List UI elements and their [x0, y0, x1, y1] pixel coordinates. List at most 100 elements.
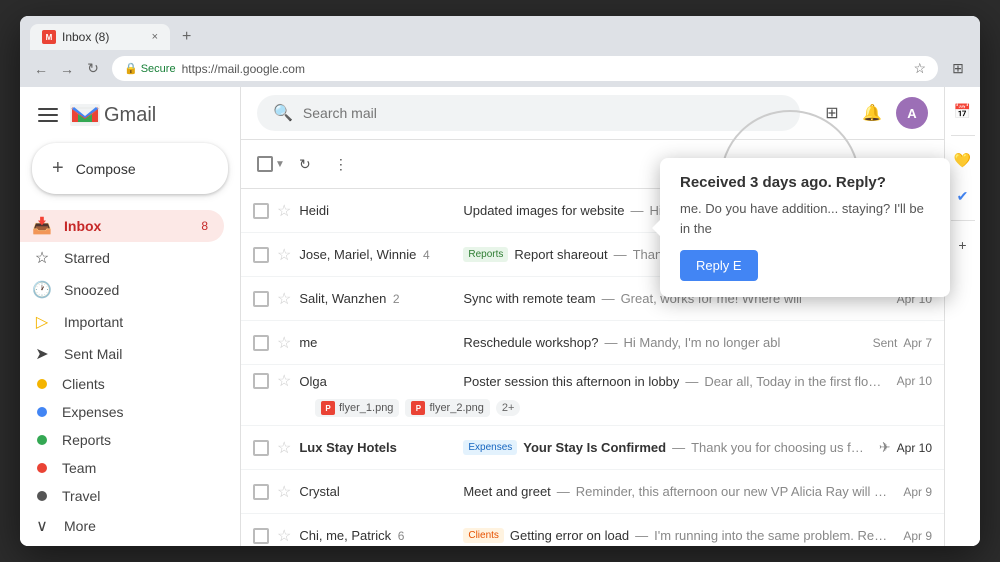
sidebar-item-travel[interactable]: Travel: [20, 482, 224, 510]
hamburger-menu-btn[interactable]: [36, 103, 60, 127]
email-row[interactable]: ☆ Olga Poster session this afternoon in …: [241, 365, 944, 426]
sidebar-label-inbox: Inbox: [64, 218, 189, 234]
sidebar-item-inbox[interactable]: 📥 Inbox 8: [20, 210, 224, 242]
email-subject: Getting error on load: [510, 528, 629, 543]
sidebar-item-team[interactable]: Team: [20, 454, 224, 482]
sidebar-item-reports[interactable]: Reports: [20, 426, 224, 454]
tooltip-body-text: me. Do you have addition... staying? I'l…: [680, 201, 924, 236]
email-star[interactable]: ☆: [277, 371, 291, 391]
sidebar-label-important: Important: [64, 314, 208, 330]
attachment-name: flyer_1.png: [339, 402, 393, 414]
checkbox-arrow[interactable]: ▼: [275, 159, 285, 170]
nav-back-btn[interactable]: ←: [30, 58, 52, 80]
compose-button[interactable]: + Compose: [32, 143, 228, 194]
hamburger-line: [38, 108, 58, 110]
email-checkbox[interactable]: [253, 373, 269, 389]
apps-btn[interactable]: ⊞: [816, 97, 848, 129]
nav-forward-btn[interactable]: →: [56, 58, 78, 80]
tab-bar: M Inbox (8) × +: [30, 24, 970, 50]
sidebar-item-clients[interactable]: Clients: [20, 370, 224, 398]
tooltip-title: Received 3 days ago. Reply?: [680, 174, 930, 191]
email-star[interactable]: ☆: [277, 289, 291, 309]
email-star[interactable]: ☆: [277, 482, 291, 502]
email-star[interactable]: ☆: [277, 438, 291, 458]
email-checkbox[interactable]: [253, 247, 269, 263]
email-checkbox[interactable]: [253, 335, 269, 351]
right-add-icon[interactable]: +: [949, 231, 977, 259]
sidebar-item-expenses[interactable]: Expenses: [20, 398, 224, 426]
reply-button[interactable]: Reply E: [680, 250, 758, 281]
email-date: Apr 9: [903, 529, 932, 543]
user-avatar[interactable]: A: [896, 97, 928, 129]
right-keep-icon[interactable]: 💛: [949, 146, 977, 174]
email-star[interactable]: ☆: [277, 333, 291, 353]
email-checkbox[interactable]: [253, 484, 269, 500]
email-date: Apr 10: [897, 374, 932, 388]
email-date: Apr 9: [903, 485, 932, 499]
more-icon: ∨: [32, 516, 52, 536]
tooltip-arrow: [652, 220, 660, 236]
travel-dot: [37, 491, 47, 501]
tag-badge-clients: Clients: [463, 528, 504, 543]
email-subject: Poster session this afternoon in lobby: [463, 374, 679, 389]
sidebar-item-more[interactable]: ∨ More: [20, 510, 224, 542]
sidebar-label-sent: Sent Mail: [64, 346, 208, 362]
email-checkbox[interactable]: [253, 203, 269, 219]
more-options-btn[interactable]: ⋮: [325, 148, 357, 180]
email-star[interactable]: ☆: [277, 245, 291, 265]
email-content: Reschedule workshop? — Hi Mandy, I'm no …: [463, 335, 860, 350]
tab-close-btn[interactable]: ×: [152, 31, 158, 43]
refresh-btn[interactable]: ↻: [289, 148, 321, 180]
email-subject: Updated images for website: [463, 203, 624, 218]
search-icon: 🔍: [273, 103, 293, 123]
email-star[interactable]: ☆: [277, 526, 291, 546]
sidebar-label-travel: Travel: [62, 488, 208, 504]
email-row[interactable]: ☆ me Reschedule workshop? — Hi Mandy, I'…: [241, 321, 944, 365]
nav-buttons: ← → ↻: [30, 58, 104, 80]
email-content: Meet and greet — Reminder, this afternoo…: [463, 484, 891, 499]
sidebar-item-snoozed[interactable]: 🕐 Snoozed: [20, 274, 224, 306]
address-bar[interactable]: 🔒 Secure https://mail.google.com ☆: [112, 56, 938, 81]
sidebar-label-expenses: Expenses: [62, 404, 208, 420]
toolbar-left: ▼ ↻ ⋮: [257, 148, 357, 180]
flight-icon: ✈: [879, 439, 891, 456]
email-meta: Apr 9: [903, 485, 932, 499]
bookmark-icon[interactable]: ☆: [913, 60, 926, 77]
sidebar-item-starred[interactable]: ☆ Starred: [20, 242, 224, 274]
email-row[interactable]: ☆ Crystal Meet and greet — Reminder, thi…: [241, 470, 944, 514]
sidebar-header: Gmail: [20, 95, 240, 135]
email-sender: Salit, Wanzhen 2: [299, 291, 459, 306]
email-row[interactable]: ☆ Chi, me, Patrick 6 Clients Getting err…: [241, 514, 944, 546]
sidebar-item-important[interactable]: ▷ Important: [20, 306, 224, 338]
attachment-chip[interactable]: P flyer_1.png: [315, 399, 399, 417]
pdf-icon: P: [411, 401, 425, 415]
important-icon: ▷: [32, 312, 52, 332]
search-input[interactable]: [303, 105, 784, 121]
right-tasks-icon[interactable]: ✔: [949, 182, 977, 210]
email-sender: me: [299, 335, 459, 350]
browser-chrome: M Inbox (8) × +: [20, 16, 980, 50]
gmail-logo-text: Gmail: [104, 104, 156, 127]
gmail-tab[interactable]: M Inbox (8) ×: [30, 24, 170, 50]
header-actions: ⊞ 🔔 A: [816, 97, 928, 129]
email-row[interactable]: ☆ Lux Stay Hotels Expenses Your Stay Is …: [241, 426, 944, 470]
extensions-btn[interactable]: ⊞: [946, 57, 970, 81]
nav-refresh-btn[interactable]: ↻: [82, 58, 104, 80]
right-divider: [951, 220, 975, 221]
notifications-btn[interactable]: 🔔: [856, 97, 888, 129]
email-checkbox[interactable]: [253, 291, 269, 307]
email-checkbox[interactable]: [253, 440, 269, 456]
email-star[interactable]: ☆: [277, 201, 291, 221]
right-calendar-icon[interactable]: 📅: [949, 97, 977, 125]
select-all-checkbox[interactable]: ▼: [257, 156, 285, 172]
new-tab-btn[interactable]: +: [174, 24, 199, 50]
checkbox-box: [257, 156, 273, 172]
email-snippet: Thank you for choosing us for your busin…: [691, 440, 867, 455]
sidebar-item-sent[interactable]: ➤ Sent Mail: [20, 338, 224, 370]
attachment-chip[interactable]: P flyer_2.png: [405, 399, 489, 417]
hamburger-line: [38, 120, 58, 122]
tooltip-popup: Received 3 days ago. Reply? me. Do you h…: [660, 158, 950, 297]
search-bar[interactable]: 🔍: [257, 95, 800, 131]
tag-badge-reports: Reports: [463, 247, 508, 262]
email-checkbox[interactable]: [253, 528, 269, 544]
